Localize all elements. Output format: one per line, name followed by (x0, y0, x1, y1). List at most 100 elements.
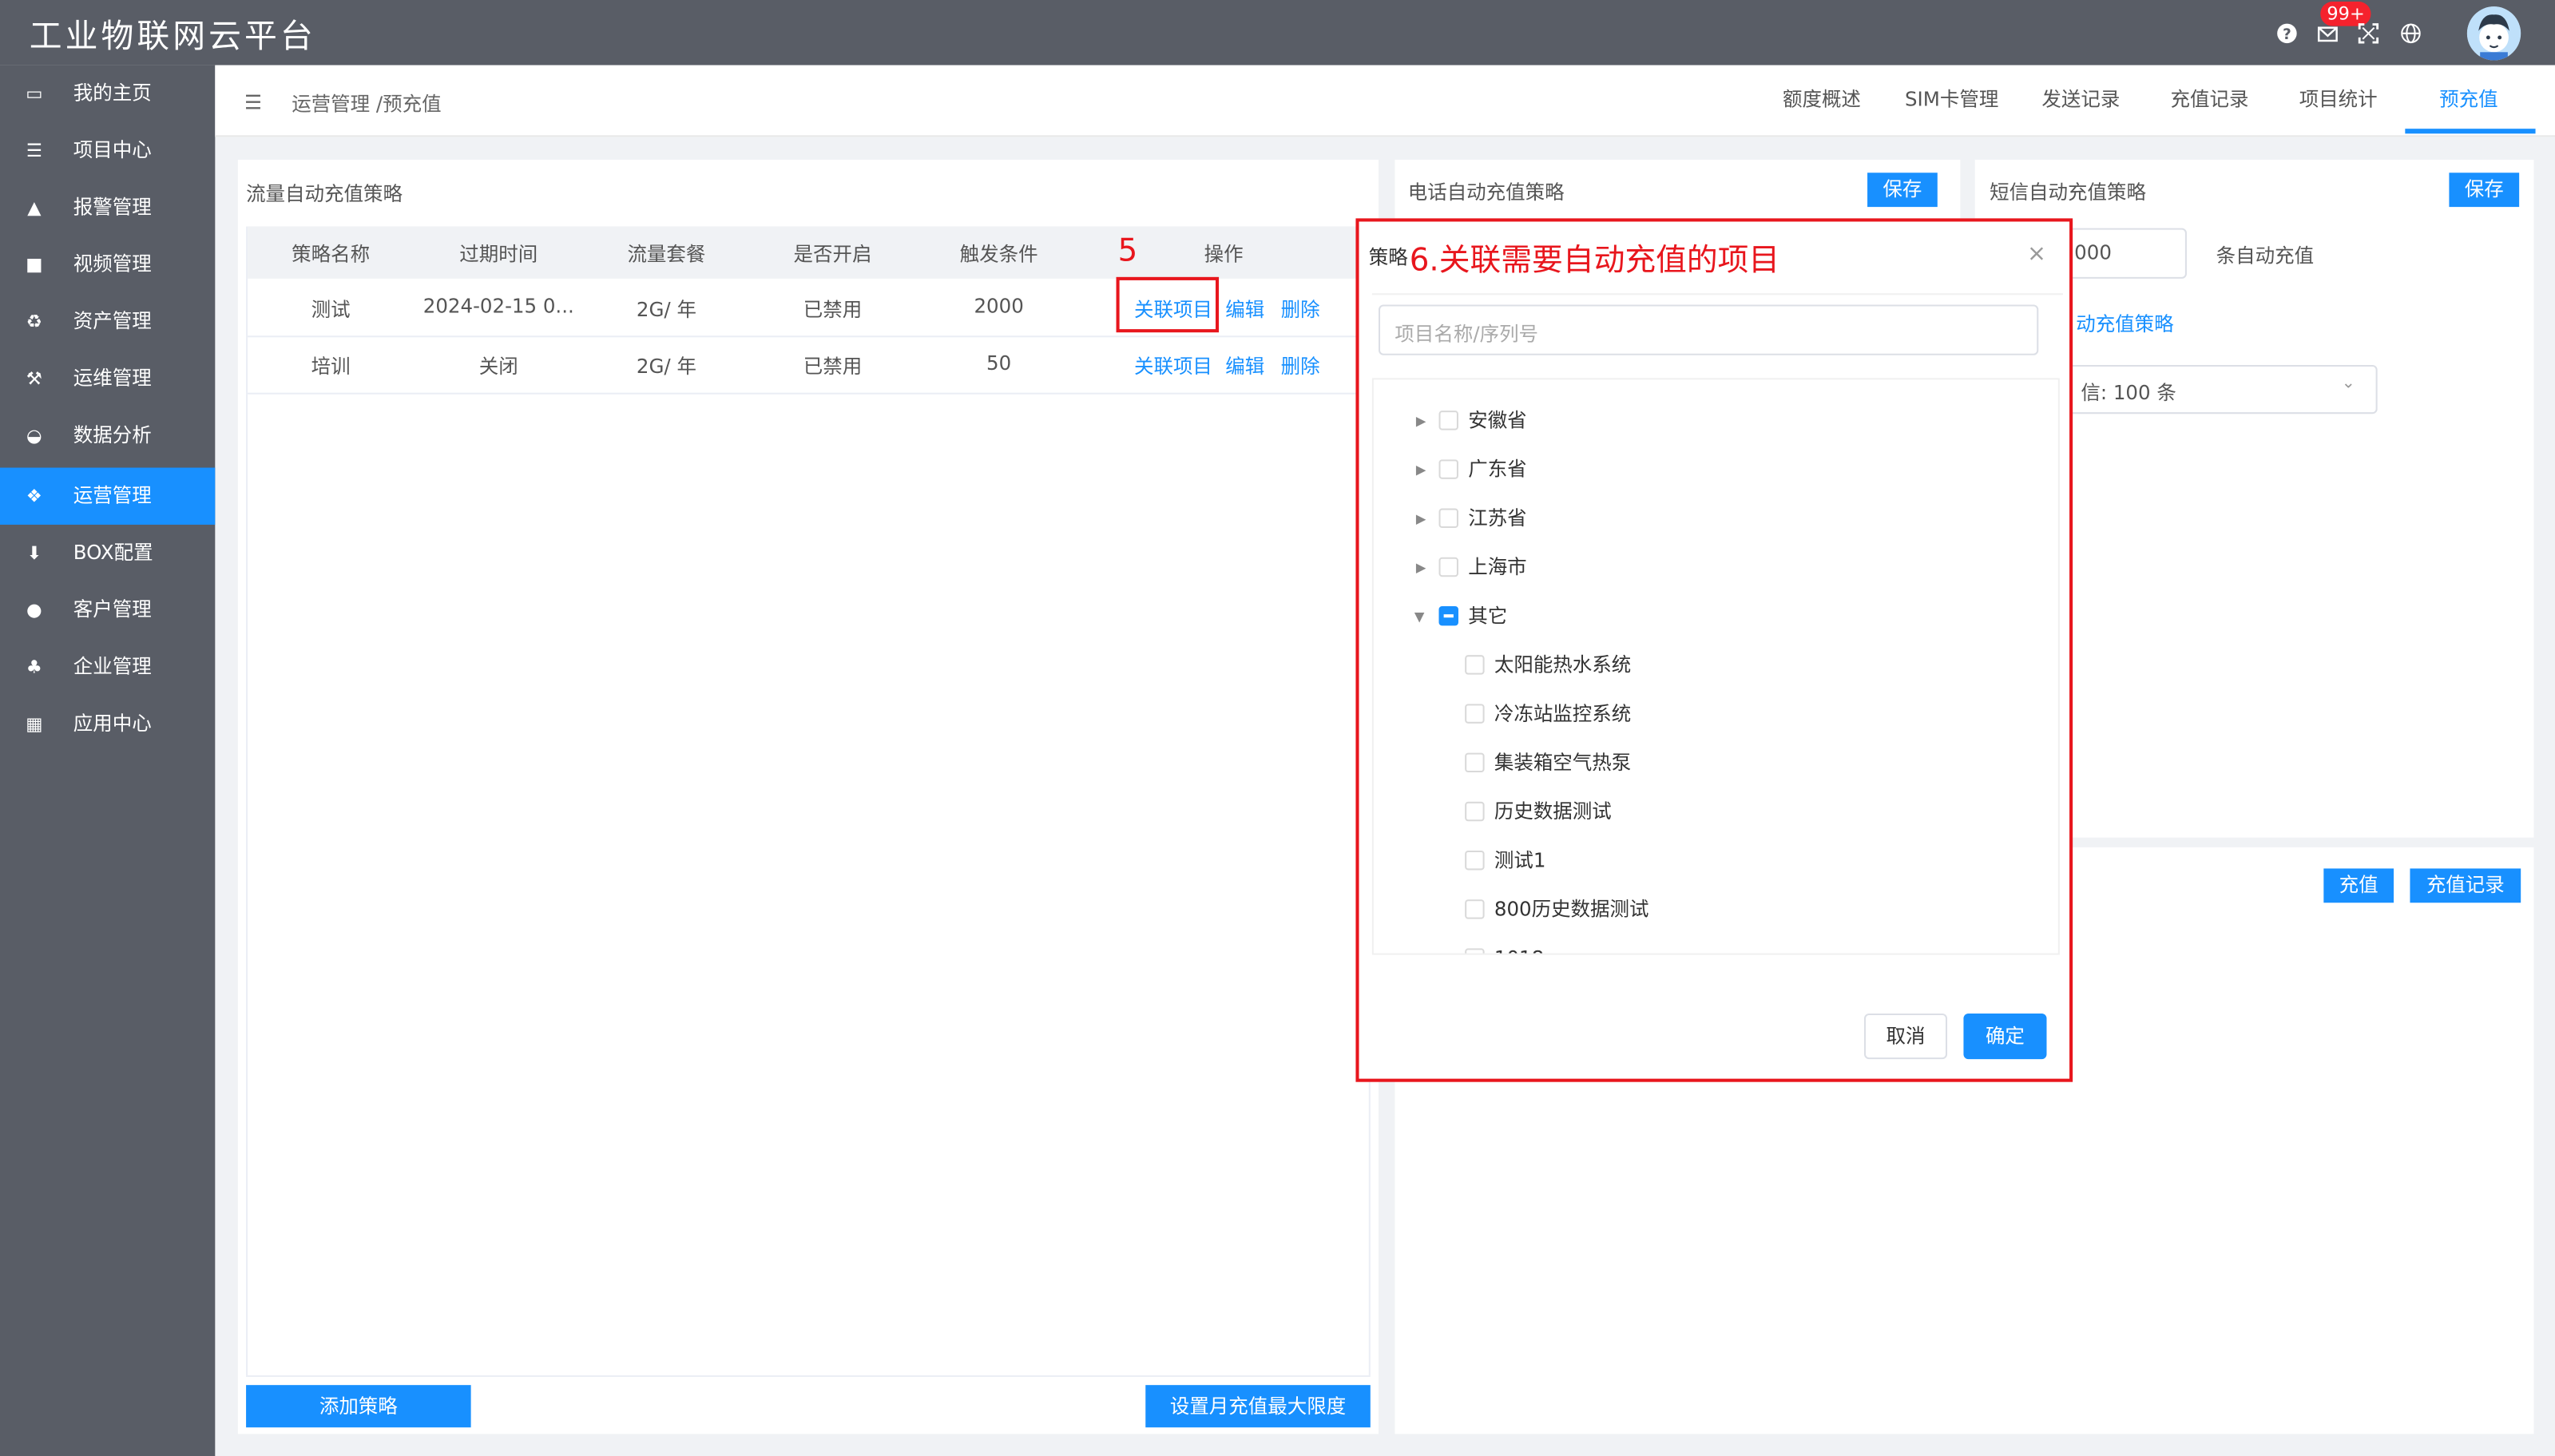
top-bar: 工业物联网云平台 ? 99+ (0, 0, 2555, 65)
tab-project-stats[interactable]: 项目统计 (2299, 85, 2378, 113)
sidebar-item-box-config[interactable]: ⬇ BOX配置 (0, 525, 215, 581)
table-cell: 2024-02-15 0... (423, 295, 574, 318)
table-cell: 关闭 (478, 355, 518, 379)
avatar[interactable] (2466, 6, 2521, 61)
set-monthly-limit-button[interactable]: 设置月充值最大限度 (1145, 1385, 1371, 1428)
close-icon[interactable]: × (2027, 241, 2046, 268)
modal-divider (1371, 293, 2063, 296)
confirm-button[interactable]: 确定 (1963, 1014, 2047, 1060)
sms-panel-title: 短信自动充值策略 (1990, 181, 2146, 204)
caret-right-icon[interactable]: ▶ (1416, 561, 1426, 575)
app-title: 工业物联网云平台 (29, 16, 316, 56)
table-cell: 培训 (311, 355, 351, 379)
recharge-record-button[interactable]: 充值记录 (2410, 868, 2521, 903)
bell-icon: ▲ (27, 196, 42, 219)
phone-save-button[interactable]: 保存 (1867, 173, 1938, 208)
checkbox[interactable] (1465, 948, 1485, 954)
sidebar-item-alarms[interactable]: ▲ 报警管理 (0, 179, 215, 236)
gauge-icon: ◒ (26, 425, 42, 447)
sidebar-item-customers[interactable]: ● 客户管理 (0, 581, 215, 638)
col-enabled: 是否开启 (793, 242, 872, 266)
tree-node-label: 历史数据测试 (1494, 799, 1612, 823)
phone-panel-title: 电话自动充值策略 (1407, 181, 1565, 204)
tab-quota-overview[interactable]: 额度概述 (1783, 85, 1861, 113)
caret-right-icon[interactable]: ▶ (1416, 512, 1426, 526)
tree-node-label: 江苏省 (1468, 506, 1527, 530)
cubes-icon: ❖ (26, 485, 42, 507)
sms-strategy-link[interactable]: 动充值策略 (2076, 310, 2173, 338)
checkbox[interactable] (1438, 411, 1458, 430)
tab-recharge-records[interactable]: 充值记录 (2171, 85, 2249, 113)
sms-select-value: 信: 100 条 (2081, 381, 2176, 404)
sidebar-item-home[interactable]: ▭ 我的主页 (0, 65, 215, 122)
row-divider (248, 392, 1369, 395)
help-icon[interactable]: ? (2276, 23, 2298, 45)
sidebar-item-operations[interactable]: ❖ 运营管理 (0, 467, 216, 525)
col-strategy-name: 策略名称 (292, 242, 371, 266)
chevron-down-icon: ⌄ (2341, 375, 2355, 393)
delete-button[interactable]: 删除 (1281, 352, 1320, 380)
caret-down-icon[interactable]: ▼ (1414, 609, 1425, 624)
checkbox[interactable] (1465, 850, 1485, 871)
col-actions: 操作 (1204, 242, 1244, 266)
sidebar-item-maintenance[interactable]: ⚒ 运维管理 (0, 351, 215, 407)
video-icon: ■ (26, 254, 43, 276)
sitemap-icon: ♣ (26, 657, 42, 678)
tree-node-label: 测试1 (1494, 848, 1546, 872)
delete-button[interactable]: 删除 (1281, 295, 1320, 323)
sidebar-item-projects[interactable]: ☰ 项目中心 (0, 122, 215, 179)
table-cell: 已禁用 (803, 355, 863, 379)
checkbox[interactable] (1465, 801, 1485, 822)
checkbox[interactable] (1465, 655, 1485, 675)
modal-title: 策略 (1368, 246, 1408, 269)
project-tree: ▶ 安徽省 ▶ 广东省 ▶ 江苏省 ▶ 上海市 ▼ 其它 太阳能热水系统 冷冻站… (1371, 378, 2060, 955)
highlight-box (1116, 276, 1220, 333)
sidebar-item-apps[interactable]: ▦ 应用中心 (0, 696, 215, 752)
svg-text:?: ? (2283, 26, 2291, 43)
sidebar: ▭ 我的主页 ☰ 项目中心 ▲ 报警管理 ■ 视频管理 ♻ 资产管理 ⚒ 运维管理 ◒ 数据分… (0, 65, 216, 1456)
fullscreen-icon[interactable] (2358, 23, 2379, 45)
step-5-label: 5 (1117, 232, 1138, 269)
minus-icon (1443, 614, 1454, 618)
tab-sim-card[interactable]: SIM卡管理 (1905, 85, 1998, 113)
globe-icon[interactable] (2400, 23, 2422, 45)
tab-send-records[interactable]: 发送记录 (2041, 85, 2120, 113)
sms-suffix-label: 条自动充值 (2216, 244, 2315, 268)
checkbox[interactable] (1465, 704, 1485, 724)
flow-table (246, 226, 1371, 1377)
sidebar-item-video[interactable]: ■ 视频管理 (0, 236, 215, 293)
sms-save-button[interactable]: 保存 (2449, 173, 2520, 208)
checkbox[interactable] (1438, 557, 1458, 577)
edit-button[interactable]: 编辑 (1225, 295, 1264, 323)
menu-fold-icon[interactable]: ☰ (244, 91, 262, 114)
active-tab-indicator (2405, 129, 2536, 134)
sms-package-select[interactable]: 信: 100 条 ⌄ (2053, 365, 2378, 415)
sidebar-item-assets[interactable]: ♻ 资产管理 (0, 293, 215, 350)
caret-right-icon[interactable]: ▶ (1416, 462, 1426, 477)
link-project-button[interactable]: 关联项目 (1134, 352, 1212, 380)
add-strategy-button[interactable]: 添加策略 (246, 1385, 471, 1428)
table-cell: 50 (986, 351, 1012, 375)
sidebar-item-enterprise[interactable]: ♣ 企业管理 (0, 639, 215, 696)
sms-threshold-input[interactable]: 000 (2053, 228, 2187, 279)
checkbox[interactable] (1438, 508, 1458, 529)
edit-button[interactable]: 编辑 (1225, 352, 1264, 380)
tab-prepaid[interactable]: 预充值 (2439, 85, 2497, 113)
checkbox[interactable] (1465, 752, 1485, 773)
list-icon: ☰ (26, 140, 42, 161)
recharge-button[interactable]: 充值 (2323, 868, 2394, 903)
sidebar-item-analytics[interactable]: ◒ 数据分析 (0, 407, 215, 464)
table-cell: 2000 (974, 295, 1024, 318)
project-search-input[interactable]: 项目名称/序列号 (1379, 304, 2039, 355)
checkbox[interactable] (1465, 899, 1485, 919)
caret-right-icon[interactable]: ▶ (1416, 414, 1426, 428)
table-cell: 测试 (311, 298, 351, 321)
checkbox[interactable] (1438, 459, 1458, 479)
users-icon: ● (26, 599, 42, 621)
cancel-button[interactable]: 取消 (1863, 1014, 1948, 1060)
recycle-icon: ♻ (26, 311, 42, 333)
laptop-icon: ▭ (26, 83, 43, 105)
tree-node-label: 广东省 (1468, 458, 1527, 481)
indeterminate-checkbox[interactable] (1438, 605, 1458, 626)
col-flow-package: 流量套餐 (627, 242, 706, 266)
